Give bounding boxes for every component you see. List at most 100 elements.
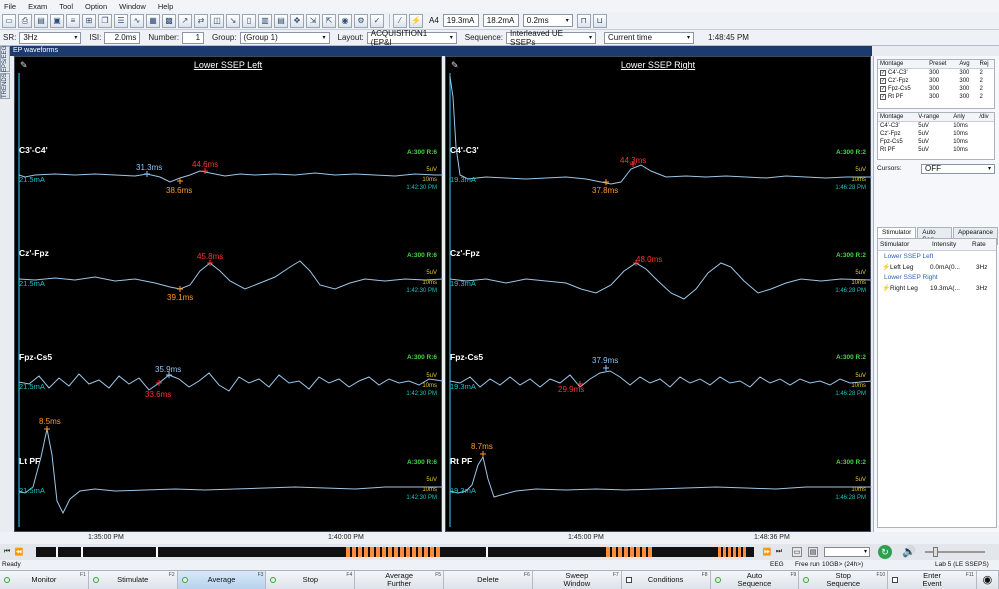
zoom-out-icon[interactable]: ▭ [792,547,802,557]
table-row[interactable]: Fpz-Cs5 5uV 10ms [878,138,994,146]
stop-sequence-button[interactable]: Stop Sequence F10 [799,571,889,589]
checkbox[interactable]: ✓ [880,69,886,76]
camera-button[interactable]: ◉ [976,571,999,589]
volume-slider[interactable] [925,547,985,557]
layout-select[interactable]: ACQUISITION1 (EP&I ▾ [366,29,457,47]
table-row[interactable]: Rt PF 5uV 10ms [878,146,994,154]
camera-icon[interactable]: ◉ [338,13,352,28]
peak-label[interactable]: 31.3ms [136,163,162,172]
speaker-icon[interactable]: 🔊 [902,545,916,558]
peak-label[interactable]: 39.1ms [167,293,193,302]
refresh-icon[interactable]: ↻ [878,545,892,559]
group-select[interactable]: (Group 1) ▾ [239,31,330,44]
list-icon[interactable]: ☰ [114,13,128,28]
peak-label[interactable]: 37.8ms [592,186,618,195]
checkbox[interactable]: ✓ [880,93,886,100]
copy-icon[interactable]: ❐ [98,13,112,28]
settings-icon[interactable]: ⚙ [354,13,368,28]
table-row[interactable]: ✓ Fpz-Cs5 300 300 2 [878,85,994,93]
import-icon[interactable]: ⇱ [322,13,336,28]
wave-icon[interactable]: ∿ [130,13,144,28]
monitor-button[interactable]: Monitor F1 [0,571,89,589]
peak-label[interactable]: 29.9ms [558,385,584,394]
report-icon[interactable]: ▦ [146,13,160,28]
menu-tool[interactable]: Tool [59,2,73,11]
table-row[interactable]: ✓ Cz'-Fpz 300 300 2 [878,77,994,85]
pulse-positive-icon[interactable]: ⊓ [576,13,591,28]
left-waveform-panel[interactable]: ✎ Lower SSEP Left C3'-C4' 21.5mA A:300 R… [14,56,443,532]
right-waveform-panel[interactable]: ✎ Lower SSEP Right C4'-C3' 19.3mA A:300 … [445,56,872,532]
table-row[interactable]: C4'-C3' 5uV 10ms [878,122,994,130]
table-row[interactable]: ✓ C4'-C3' 300 300 2 [878,69,994,77]
isi-field[interactable]: 2.0ms [104,31,141,44]
peak-label[interactable]: 37.9ms [592,356,618,365]
peak-label[interactable]: 44.6ms [192,160,218,169]
calibrate-icon[interactable]: ⁄ [393,13,407,28]
peak-label[interactable]: 48.0ms [636,255,662,264]
folder-icon[interactable]: ▤ [34,13,48,28]
peak-label[interactable]: 45.8ms [197,252,223,261]
marker-icon[interactable]: ↘ [226,13,240,28]
grid-icon[interactable]: ▩ [162,13,176,28]
lightning-icon[interactable]: ⚡ [409,13,423,28]
sequence-select[interactable]: Interleaved UE SSEPs ▾ [506,29,597,47]
stimulator-row[interactable]: ⚡ Left Leg 0.0mA(0... 3Hz [878,262,996,272]
peak-label[interactable]: 35.9ms [155,365,181,374]
print-icon[interactable]: ⎙ [18,13,32,28]
tab-eps-eeg[interactable]: EPS/EEG [0,46,10,72]
save-icon[interactable]: ▣ [50,13,64,28]
conditions-button[interactable]: Conditions F8 [621,571,711,589]
zoom-select[interactable]: ▾ [824,547,870,557]
checkbox[interactable]: ✓ [880,85,886,92]
delete-button[interactable]: Delete F6 [444,571,533,589]
paper-size[interactable]: A4 [429,16,439,25]
overlay-icon[interactable]: ◫ [210,13,224,28]
zoom-in-icon[interactable]: ▤ [808,547,818,557]
volume-thumb[interactable] [933,547,938,557]
stimulator-group[interactable]: Lower SSEP Left [878,251,996,262]
stimulator-row[interactable]: ⚡ Right Leg 19.3mA(... 3Hz [878,283,996,293]
checkbox[interactable]: ✓ [880,77,886,84]
checkbox[interactable] [625,577,632,583]
page-icon[interactable]: ▯ [242,13,256,28]
enter-event-button[interactable]: Enter Event F11 [888,571,977,589]
event-scrollbar[interactable]: ⏮ ⏪ ⏩ ⏭ ▭ ▤ ▾ ↻ 🔊 [0,544,999,560]
peak-label[interactable]: 33.6ms [145,390,171,399]
montage-icon[interactable]: ≡ [66,13,80,28]
review-icon[interactable]: ⊞ [82,13,96,28]
trend-icon[interactable]: ↗ [178,13,192,28]
time-mode-select[interactable]: Current time ▾ [604,31,695,44]
table-row[interactable]: ✓ Rt PF 300 300 2 [878,93,994,101]
menu-option[interactable]: Option [85,2,107,11]
first-event-icon[interactable]: ⏮ [2,547,12,557]
cursors-select[interactable]: OFF ▾ [921,163,995,174]
menu-exam[interactable]: Exam [28,2,47,11]
average-further-button[interactable]: Average Further F5 [355,571,445,589]
menu-help[interactable]: Help [158,2,173,11]
duration-select[interactable]: 0.2ms ▾ [522,14,573,27]
peak-label[interactable]: 8.5ms [39,417,61,426]
average-button[interactable]: Average F3 [177,571,267,589]
peak-label[interactable]: 44.3ms [620,156,646,165]
sr-select[interactable]: 3Hz ▾ [19,31,82,44]
auto-sequence-button[interactable]: Auto Sequence F9 [710,571,800,589]
number-field[interactable]: 1 [182,31,205,44]
tab-trends[interactable]: TRENDS [0,73,10,99]
last-event-icon[interactable]: ⏭ [774,547,784,557]
event-track[interactable] [36,547,754,557]
pulse-negative-icon[interactable]: ⊔ [592,13,607,28]
peak-label[interactable]: 8.7ms [471,442,493,451]
move-icon[interactable]: ✥ [290,13,304,28]
intensity-2-field[interactable]: 18.2mA [482,14,519,27]
peak-label[interactable]: 38.6ms [166,186,192,195]
columns-icon[interactable]: ▥ [258,13,272,28]
menu-file[interactable]: File [4,2,16,11]
table-row[interactable]: Cz'-Fpz 5uV 10ms [878,130,994,138]
checkbox[interactable] [892,577,899,583]
stimulator-group[interactable]: Lower SSEP Right [878,272,996,283]
check-icon[interactable]: ✓ [370,13,384,28]
new-exam-icon[interactable]: ▭ [2,13,16,28]
export-icon[interactable]: ⇲ [306,13,320,28]
menu-window[interactable]: Window [119,2,146,11]
previous-event-icon[interactable]: ⏪ [14,547,24,557]
